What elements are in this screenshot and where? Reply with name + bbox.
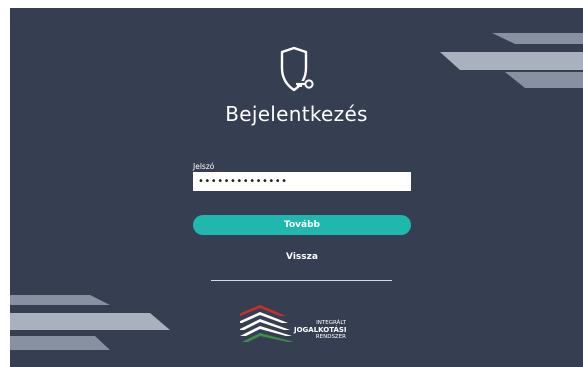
ijr-logo-text: INTEGRÁLT JOGALKOTÁSI RENDSZER — [294, 320, 347, 341]
back-link[interactable]: Vissza — [193, 252, 411, 262]
password-field[interactable] — [193, 172, 411, 191]
login-panel: Bejelentkezés Jelszó Tovább Vissza INTEG… — [10, 8, 583, 367]
logo-line-2: JOGALKOTÁSI — [294, 326, 347, 335]
shield-key-icon — [272, 46, 316, 98]
password-label: Jelszó — [193, 162, 215, 171]
page-title: Bejelentkezés — [225, 102, 368, 126]
divider — [211, 280, 392, 281]
logo-line-3: RENDSZER — [315, 334, 346, 341]
ijr-logo-mark — [240, 305, 294, 342]
next-button[interactable]: Tovább — [193, 215, 411, 235]
ijr-logo: INTEGRÁLT JOGALKOTÁSI RENDSZER — [240, 303, 376, 345]
